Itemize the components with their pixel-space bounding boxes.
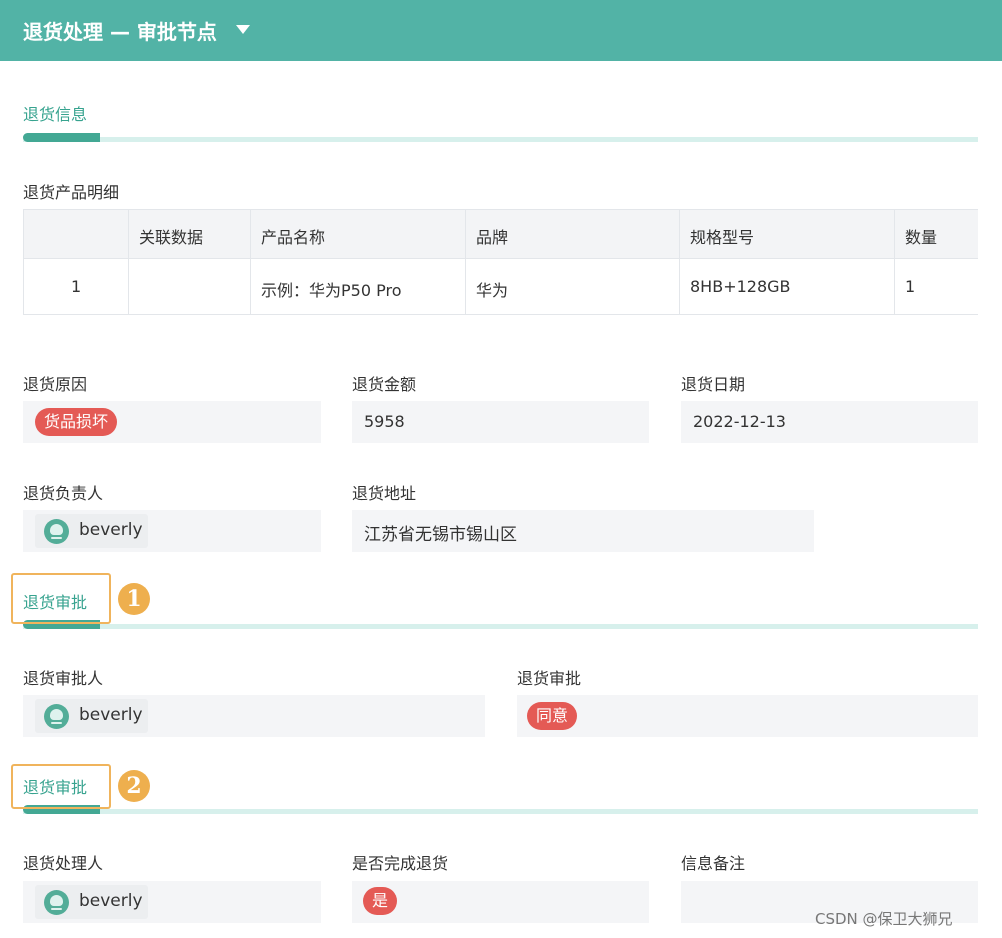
cell-qty: 1: [905, 277, 916, 296]
cell-product: 示例：华为P50 Pro: [251, 258, 466, 314]
date-value: 2022-12-13: [693, 412, 786, 431]
page-title: 退货处理 — 审批节点: [23, 20, 217, 44]
done-field[interactable]: 是: [352, 881, 649, 923]
owner-field[interactable]: beverly: [23, 510, 321, 552]
avatar: [44, 704, 69, 729]
cell-brand: 华为: [466, 258, 680, 314]
owner-name: beverly: [79, 520, 143, 540]
section-divider: [23, 805, 978, 814]
user-chip: beverly: [35, 885, 148, 919]
handler-field[interactable]: beverly: [23, 881, 321, 923]
watermark: CSDN @保卫大狮兄: [815, 910, 953, 928]
product-table: 关联数据 产品名称 品牌 规格型号 数量 1 示例：华为P50 Pro 华为 8…: [23, 209, 978, 315]
callout-number-1: 1: [118, 583, 150, 615]
col-header-qty: 数量: [905, 228, 938, 247]
col-header-index: [24, 210, 129, 258]
approval-label: 退货审批: [517, 669, 582, 688]
app-header: 退货处理 — 审批节点: [0, 0, 1002, 61]
col-header-spec: 规格型号: [680, 210, 895, 258]
user-chip: beverly: [35, 514, 148, 548]
reason-label: 退货原因: [23, 375, 88, 394]
handler-name: beverly: [79, 891, 143, 911]
callout-box-2: [11, 764, 111, 809]
amount-field[interactable]: 5958: [352, 401, 649, 443]
table-row[interactable]: 1 示例：华为P50 Pro 华为 8HB+128GB 1: [24, 258, 978, 314]
handler-label: 退货处理人: [23, 854, 104, 873]
address-label: 退货地址: [352, 484, 417, 503]
approval-tag: 同意: [527, 702, 578, 730]
avatar: [44, 890, 69, 915]
user-chip: beverly: [35, 699, 148, 733]
cell-index: 1: [24, 258, 129, 314]
amount-label: 退货金额: [352, 375, 417, 394]
section-divider: [23, 620, 978, 629]
address-value: 江苏省无锡市锡山区: [364, 525, 517, 545]
callout-box-1: [11, 573, 111, 624]
approver-name: beverly: [79, 705, 143, 725]
approval-field[interactable]: 同意: [517, 695, 978, 737]
table-caption: 退货产品明细: [23, 183, 120, 202]
section-title-return-info: 退货信息: [23, 105, 88, 124]
cell-related[interactable]: [129, 258, 251, 314]
reason-tag: 货品损坏: [35, 408, 118, 436]
date-label: 退货日期: [681, 375, 746, 394]
address-field[interactable]: 江苏省无锡市锡山区: [352, 510, 814, 552]
callout-number-2: 2: [118, 770, 150, 802]
section-divider: [23, 133, 978, 142]
amount-value: 5958: [364, 412, 405, 431]
col-header-product: 产品名称: [251, 210, 466, 258]
approver-label: 退货审批人: [23, 669, 104, 688]
done-tag: 是: [363, 887, 398, 915]
avatar: [44, 519, 69, 544]
note-label: 信息备注: [681, 854, 746, 873]
reason-field[interactable]: 货品损坏: [23, 401, 321, 443]
col-header-brand: 品牌: [466, 210, 680, 258]
table-header-row: 关联数据 产品名称 品牌 规格型号 数量: [24, 210, 978, 259]
approver-field[interactable]: beverly: [23, 695, 485, 737]
owner-label: 退货负责人: [23, 484, 104, 503]
date-field[interactable]: 2022-12-13: [681, 401, 978, 443]
done-label: 是否完成退货: [352, 854, 449, 873]
cell-spec: 8HB+128GB: [680, 258, 895, 314]
col-header-related: 关联数据: [129, 210, 251, 258]
caret-down-icon[interactable]: [236, 25, 250, 34]
